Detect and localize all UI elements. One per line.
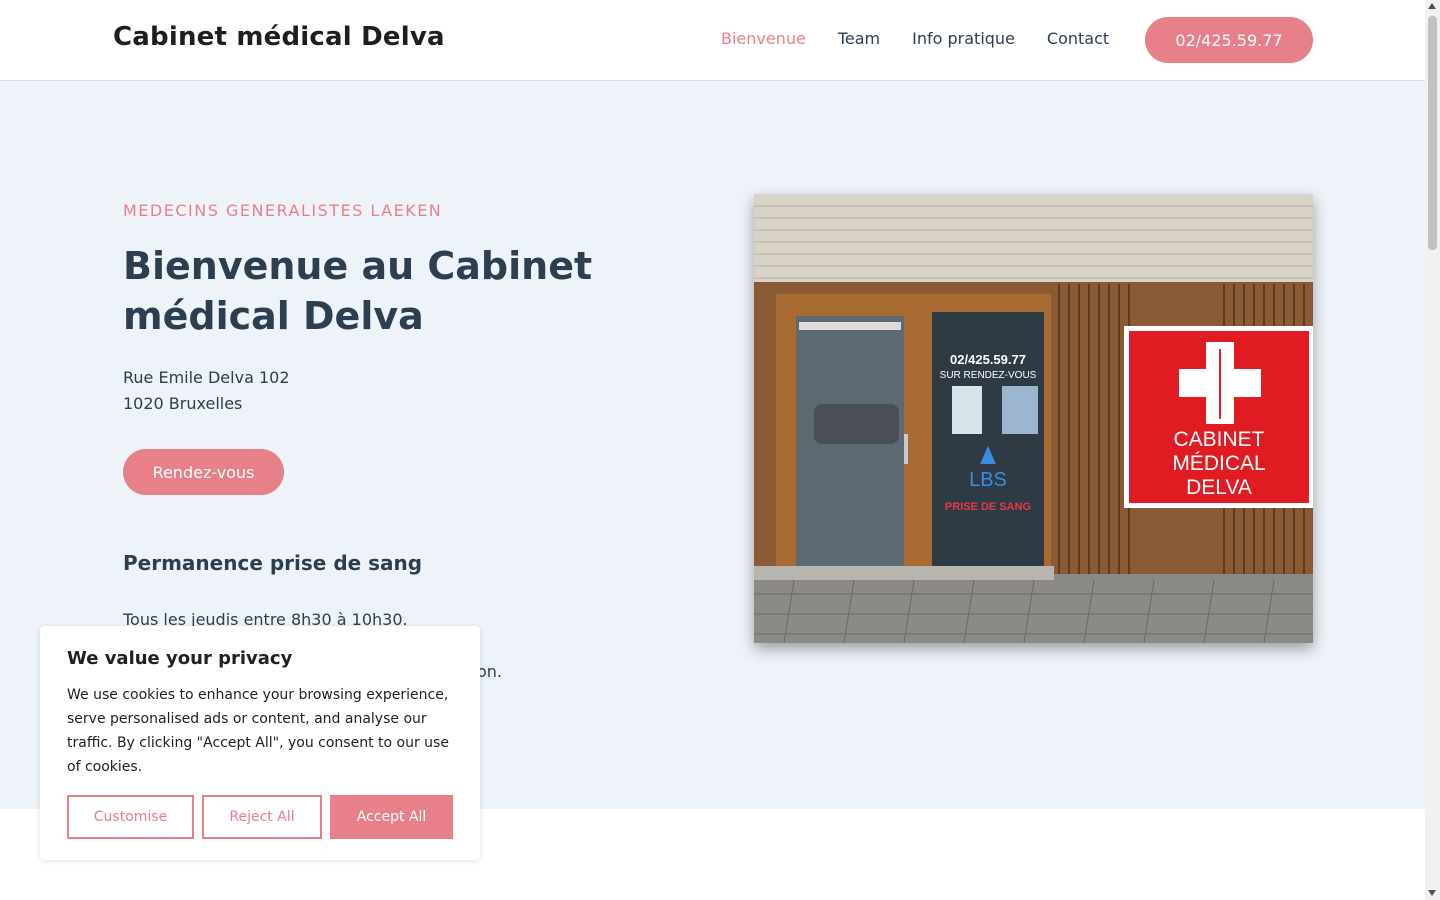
cookie-consent-banner: We value your privacy We use cookies to … — [40, 626, 480, 860]
sign-line-1: CABINET — [1173, 428, 1264, 451]
cookie-buttons: Customise Reject All Accept All — [67, 795, 453, 839]
blood-test-note: on. — [477, 662, 503, 681]
window-lbs-text: LBS — [969, 469, 1007, 491]
hero-title: Bienvenue au Cabinet médical Delva — [123, 244, 593, 338]
vertical-scrollbar[interactable] — [1425, 0, 1440, 900]
customise-button[interactable]: Customise — [67, 795, 194, 839]
window-rdv-text: SUR RENDEZ-VOUS — [940, 370, 1037, 381]
sign-line-2: MÉDICAL — [1172, 452, 1265, 475]
rendez-vous-button[interactable]: Rendez-vous — [123, 449, 284, 495]
reject-all-button[interactable]: Reject All — [202, 795, 322, 839]
nav-team[interactable]: Team — [838, 29, 880, 48]
address-street: Rue Emile Delva 102 — [123, 368, 290, 387]
cookie-title: We value your privacy — [67, 648, 293, 669]
scroll-up-arrow-icon[interactable] — [1428, 3, 1436, 9]
cookie-text: We use cookies to enhance your browsing … — [67, 687, 449, 775]
scroll-down-arrow-icon[interactable] — [1428, 890, 1436, 896]
window-prise-text: PRISE DE SANG — [945, 501, 1031, 513]
address-city: 1020 Bruxelles — [123, 394, 243, 413]
clinic-storefront-photo: 02/425.59.77 SUR RENDEZ-VOUS LBS PRISE D… — [754, 194, 1313, 643]
scrollbar-thumb[interactable] — [1428, 16, 1437, 250]
blood-test-title: Permanence prise de sang — [123, 551, 423, 575]
site-logo[interactable]: Cabinet médical Delva — [113, 22, 445, 52]
sign-line-3: DELVA — [1186, 476, 1252, 499]
address: Rue Emile Delva 102 1020 Bruxelles — [123, 365, 290, 417]
nav-info-pratique[interactable]: Info pratique — [912, 29, 1015, 48]
phone-button[interactable]: 02/425.59.77 — [1145, 17, 1313, 63]
nav-contact[interactable]: Contact — [1047, 29, 1109, 48]
site-header: Cabinet médical Delva Bienvenue Team Inf… — [0, 0, 1425, 81]
window-phone-text: 02/425.59.77 — [950, 352, 1026, 367]
accept-all-button[interactable]: Accept All — [330, 795, 453, 839]
hero-eyebrow: MEDECINS GENERALISTES LAEKEN — [123, 201, 443, 220]
nav-bienvenue[interactable]: Bienvenue — [721, 29, 806, 48]
main-nav: Bienvenue Team Info pratique Contact — [721, 29, 1109, 48]
